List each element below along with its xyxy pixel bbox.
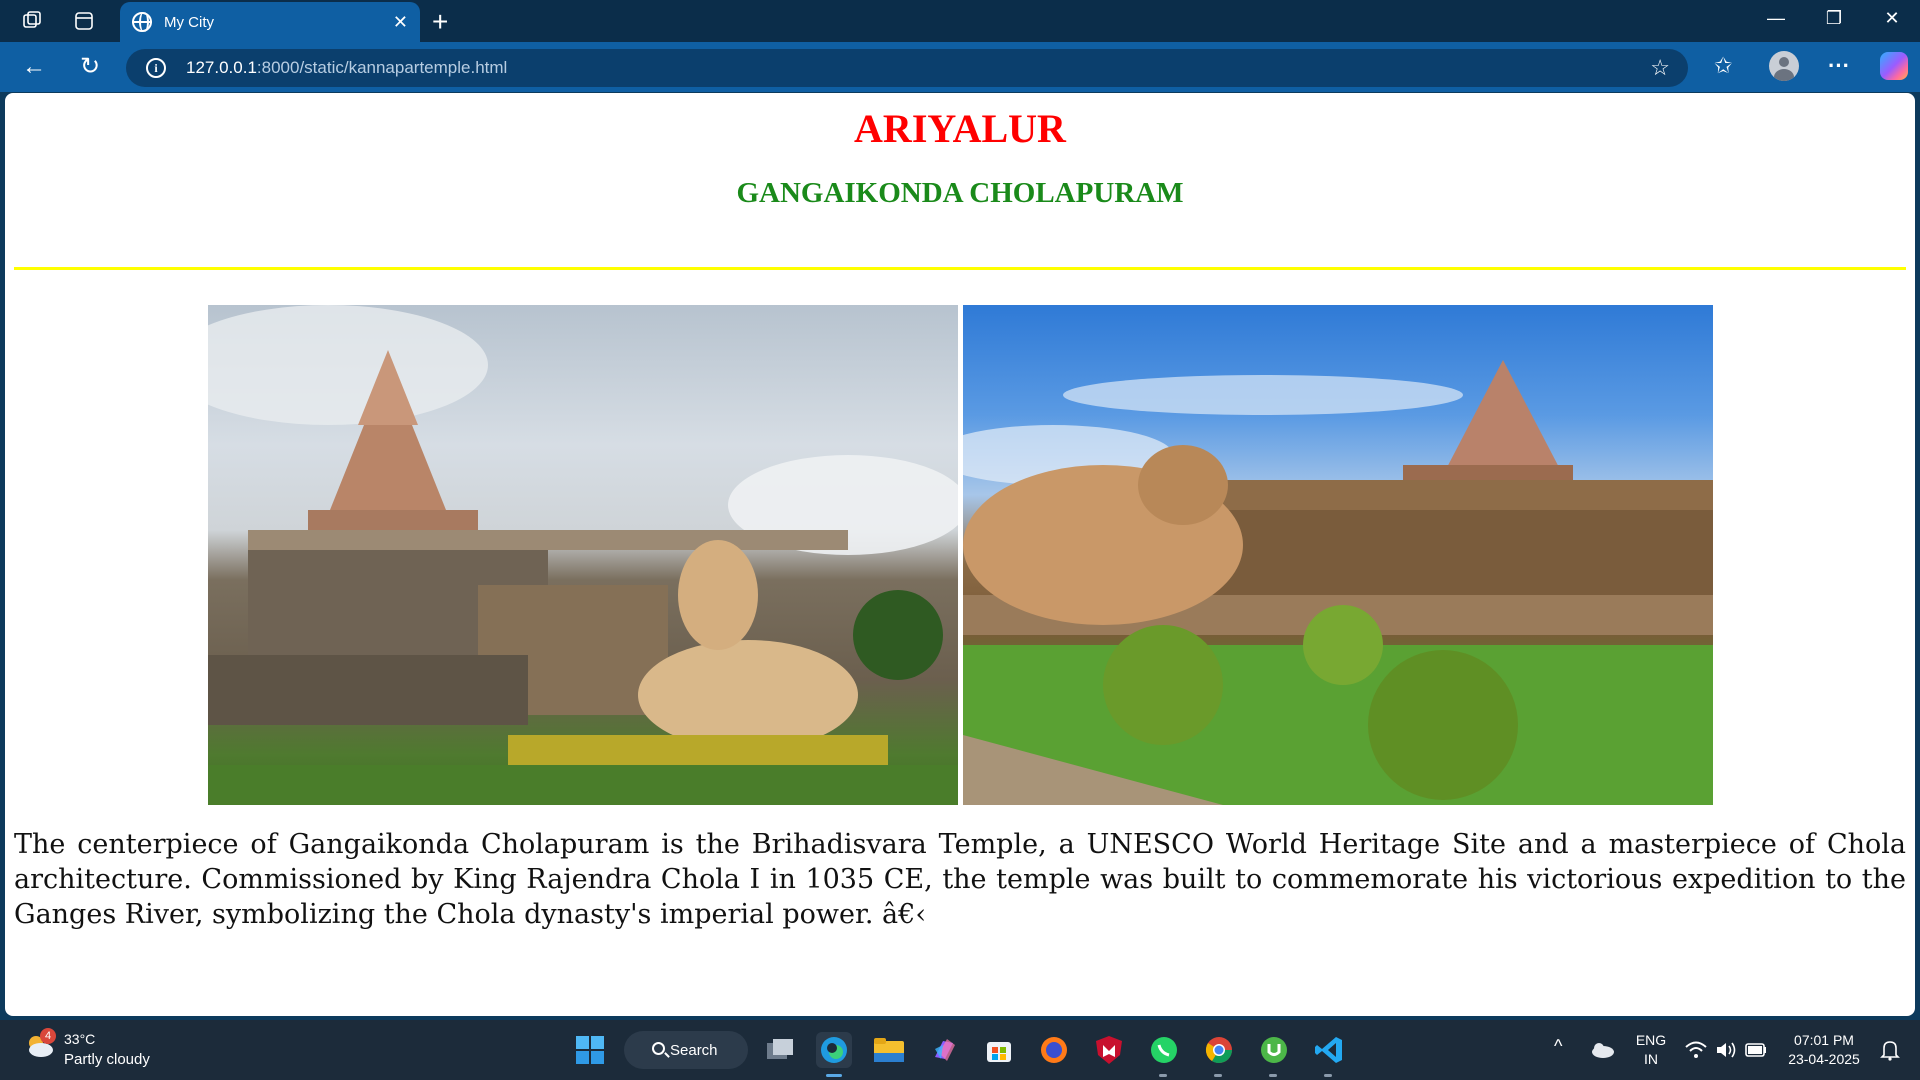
page-title: ARIYALUR <box>854 106 1066 151</box>
web-page: ARIYALUR GANGAIKONDA CHOLAPURAM The cent… <box>5 93 1915 1016</box>
onedrive-icon[interactable] <box>1584 1032 1620 1068</box>
utorrent-icon[interactable] <box>1256 1032 1292 1068</box>
start-button[interactable] <box>572 1032 608 1068</box>
profile-avatar[interactable] <box>1769 51 1799 81</box>
workspaces-icon[interactable] <box>20 9 44 33</box>
temple-photo-right <box>963 305 1713 805</box>
search-label: Search <box>670 1041 718 1059</box>
vscode-indicator <box>1324 1074 1332 1077</box>
tab-title: My City <box>164 13 214 31</box>
chrome-indicator <box>1214 1074 1222 1077</box>
notification-bell-icon[interactable] <box>1872 1032 1908 1068</box>
taskbar-search[interactable]: Search <box>624 1031 748 1069</box>
refresh-button[interactable]: ↻ <box>76 54 104 80</box>
close-window-button[interactable]: ✕ <box>1872 8 1912 29</box>
url-host: 127.0.0.1 <box>186 58 257 77</box>
horizontal-rule <box>14 267 1906 270</box>
file-explorer-icon[interactable] <box>871 1032 907 1068</box>
browser-title-bar: My City ✕ + — ❐ ✕ <box>0 0 1920 42</box>
temple-photo-left <box>208 305 958 805</box>
url-path: :8000/static/kannapartemple.html <box>256 58 508 77</box>
more-menu-icon[interactable]: ··· <box>1828 53 1850 79</box>
chrome-icon[interactable] <box>1201 1032 1237 1068</box>
description-paragraph: The centerpiece of Gangaikonda Cholapura… <box>14 829 1906 930</box>
copilot-icon[interactable] <box>1880 52 1908 80</box>
microsoft-store-icon[interactable] <box>981 1032 1017 1068</box>
firefox-icon[interactable] <box>1036 1032 1072 1068</box>
edge-active-indicator <box>826 1074 842 1077</box>
tab-actions-icon[interactable] <box>72 9 96 33</box>
taskbar: 4 33°C Partly cloudy Search ^ ENG IN 07:… <box>0 1020 1920 1080</box>
language-bottom[interactable]: IN <box>1634 1051 1668 1067</box>
new-tab-button[interactable]: + <box>432 6 448 38</box>
favorites-icon[interactable]: ✩ <box>1714 53 1732 79</box>
site-info-icon[interactable]: i <box>146 58 166 78</box>
search-icon <box>652 1042 665 1055</box>
address-bar[interactable]: i 127.0.0.1:8000/static/kannapartemple.h… <box>126 49 1688 87</box>
close-tab-icon[interactable]: ✕ <box>393 12 408 33</box>
weather-description[interactable]: Partly cloudy <box>64 1051 150 1068</box>
browser-toolbar: ← ↻ i 127.0.0.1:8000/static/kannapartemp… <box>0 42 1920 92</box>
show-hidden-icons[interactable]: ^ <box>1554 1036 1562 1057</box>
weather-temperature[interactable]: 33°C <box>64 1031 95 1047</box>
restore-button[interactable]: ❐ <box>1814 8 1854 29</box>
whatsapp-indicator <box>1159 1074 1167 1077</box>
copilot-app-icon[interactable] <box>926 1032 962 1068</box>
clock-date[interactable]: 23-04-2025 <box>1786 1051 1862 1067</box>
weather-badge: 4 <box>40 1028 56 1044</box>
minimize-button[interactable]: — <box>1756 8 1796 29</box>
vscode-icon[interactable] <box>1311 1032 1347 1068</box>
favorite-star-icon[interactable]: ☆ <box>1650 55 1670 81</box>
page-subtitle: GANGAIKONDA CHOLAPURAM <box>736 177 1184 209</box>
back-button[interactable]: ← <box>20 54 48 80</box>
utorrent-indicator <box>1269 1074 1277 1077</box>
tab-my-city[interactable]: My City ✕ <box>120 2 420 42</box>
clock-time[interactable]: 07:01 PM <box>1786 1032 1862 1048</box>
whatsapp-icon[interactable] <box>1146 1032 1182 1068</box>
battery-icon[interactable] <box>1738 1032 1774 1068</box>
edge-browser-icon[interactable] <box>816 1032 852 1068</box>
globe-icon <box>132 12 152 32</box>
language-top[interactable]: ENG <box>1634 1032 1668 1048</box>
task-view-icon[interactable] <box>762 1032 798 1068</box>
mcafee-icon[interactable] <box>1091 1032 1127 1068</box>
